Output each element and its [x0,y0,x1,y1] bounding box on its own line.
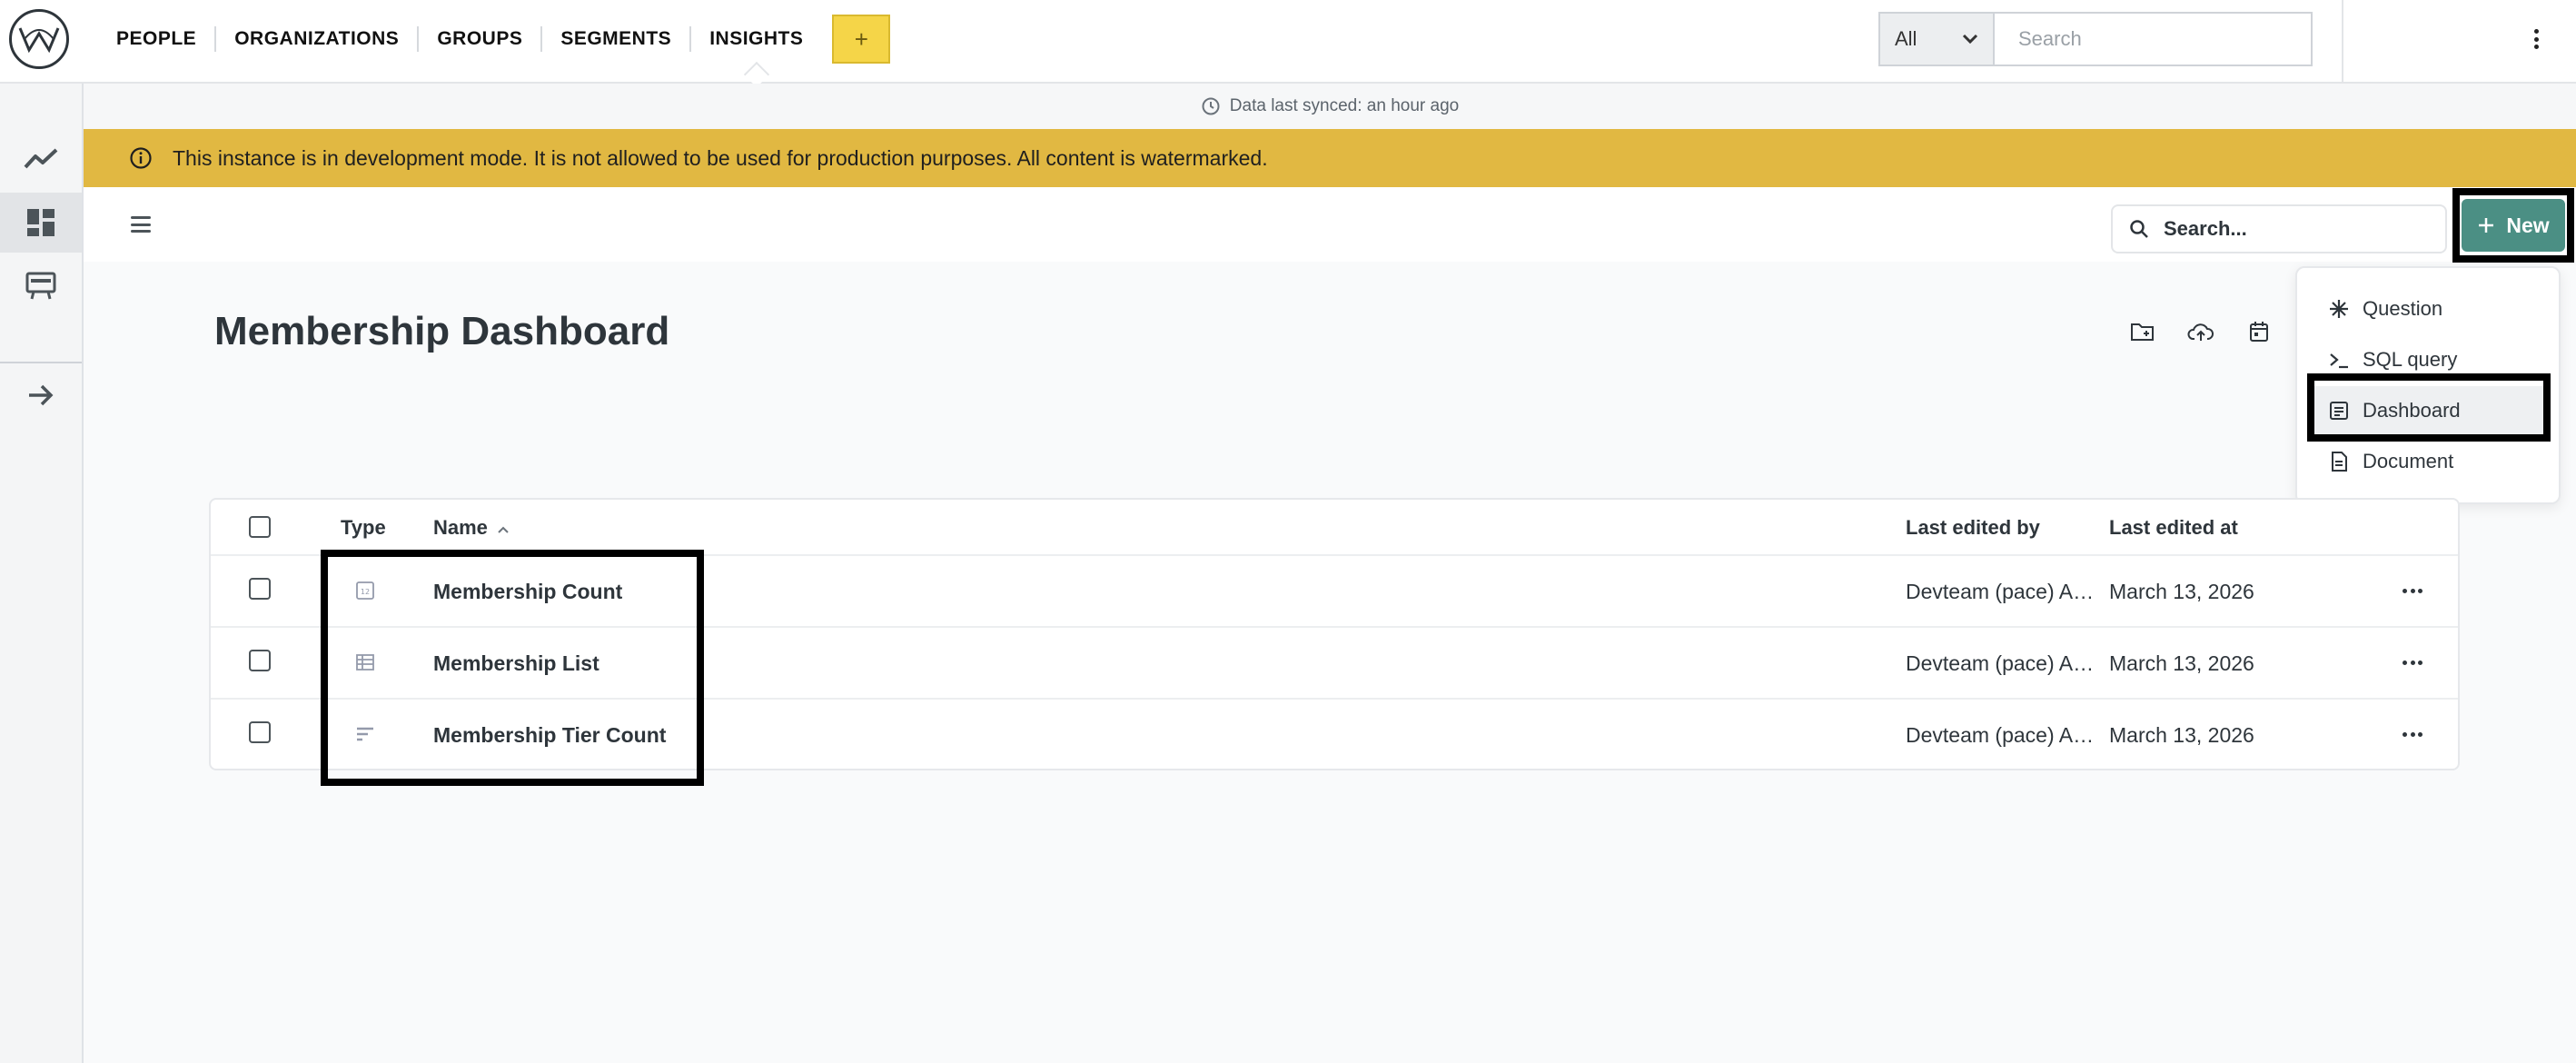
dashboard-actions [2129,318,2273,345]
expand-arrow-icon[interactable] [0,365,82,425]
row-checkbox[interactable] [249,578,271,600]
content-search-field[interactable]: Search... [2111,204,2447,253]
document-icon [2328,452,2350,472]
sync-status-text: Data last synced: an hour ago [1229,96,1460,115]
row-checkbox[interactable] [249,650,271,671]
top-navigation-bar: PEOPLE ORGANIZATIONS GROUPS SEGMENTS INS… [0,0,2576,84]
menu-item-document-label: Document [2363,450,2454,472]
menu-item-question[interactable]: Question [2310,284,2550,333]
bar-list-icon [354,723,376,745]
new-button-label: New [2506,213,2550,237]
items-table: Type Name Last edited by Last edited at … [209,498,2460,770]
nav-insights[interactable]: INSIGHTS [691,26,821,52]
left-rail [0,84,84,1063]
clock-icon [1202,97,1220,115]
nav-segments[interactable]: SEGMENTS [542,26,692,52]
table-row[interactable]: Membership List Devteam (pace) Admin Mar… [211,628,2458,700]
rail-trend-icon[interactable] [0,129,82,189]
new-button[interactable]: New [2462,199,2565,252]
plus-icon [2479,218,2494,233]
global-search-input[interactable] [1993,12,2313,66]
column-header-last-edited-at[interactable]: Last edited at [2109,516,2238,540]
row-name[interactable]: Membership Tier Count [433,723,666,748]
menu-item-sql-query[interactable]: SQL query [2310,335,2550,384]
quick-add-button[interactable]: + [832,15,891,64]
row-last-edited-at: March 13, 2026 [2109,580,2254,603]
calendar-icon[interactable] [2245,318,2273,345]
column-header-type[interactable]: Type [341,516,386,540]
search-scope-select[interactable]: All [1878,12,1993,66]
row-checkbox[interactable] [249,721,271,743]
chevron-down-icon [1960,28,1980,54]
sync-status-bar: Data last synced: an hour ago [84,84,2576,129]
row-last-edited-by: Devteam (pace) Admin [1906,651,2095,675]
row-last-edited-by: Devteam (pace) Admin [1906,723,2095,747]
content-search-placeholder: Search... [2164,217,2247,240]
row-last-edited-at: March 13, 2026 [2109,723,2254,747]
question-asterisk-icon [2328,299,2350,319]
hamburger-menu-icon[interactable] [131,216,151,233]
search-scope-value: All [1895,27,1917,50]
dev-mode-banner: This instance is in development mode. It… [84,129,2576,187]
rail-divider [0,362,82,363]
menu-item-document[interactable]: Document [2310,437,2550,486]
page-title[interactable]: Membership Dashboard [214,309,669,354]
table-row[interactable]: 12 Membership Count Devteam (pace) Admin… [211,556,2458,628]
row-last-edited-at: March 13, 2026 [2109,651,2254,675]
menu-item-question-label: Question [2363,297,2443,320]
row-more-options-icon[interactable] [2403,589,2422,594]
move-to-folder-icon[interactable] [2129,318,2156,345]
menu-item-sql-query-label: SQL query [2363,348,2458,371]
row-last-edited-by: Devteam (pace) Admin [1906,580,2095,603]
menu-item-dashboard[interactable]: Dashboard [2310,386,2550,435]
number-card-icon: 12 [354,580,376,601]
nav-people[interactable]: PEOPLE [98,26,217,52]
table-grid-icon [354,651,376,673]
nav-groups[interactable]: GROUPS [419,26,543,52]
dashboard-icon [2328,401,2350,421]
new-item-menu: Question SQL query Dashboard Document [2295,266,2561,504]
svg-text:12: 12 [361,588,370,596]
column-header-name[interactable]: Name [433,516,510,540]
column-header-last-edited-by[interactable]: Last edited by [1906,516,2040,540]
rail-dashboard-icon[interactable] [0,193,82,253]
sql-terminal-icon [2328,350,2350,370]
row-more-options-icon[interactable] [2403,661,2422,666]
nav-organizations[interactable]: ORGANIZATIONS [216,26,420,52]
sort-ascending-icon [498,526,509,533]
info-icon [130,147,152,169]
select-all-checkbox[interactable] [249,516,271,538]
table-row[interactable]: Membership Tier Count Devteam (pace) Ad m… [211,700,2458,771]
table-header-row: Type Name Last edited by Last edited at [211,500,2458,556]
row-name[interactable]: Membership Count [433,580,622,604]
search-icon [2130,220,2148,238]
row-more-options-icon[interactable] [2403,732,2422,738]
upload-cloud-icon[interactable] [2187,318,2214,345]
app-logo-icon[interactable] [9,9,69,69]
menu-item-dashboard-label: Dashboard [2363,399,2461,422]
dev-mode-banner-text: This instance is in development mode. It… [173,145,1268,170]
column-header-name-label: Name [433,516,488,539]
main-nav: PEOPLE ORGANIZATIONS GROUPS SEGMENTS INS… [98,0,891,78]
more-options-icon[interactable] [2527,24,2545,55]
divider [2342,0,2343,82]
rail-report-icon[interactable] [0,256,82,316]
row-name[interactable]: Membership List [433,651,599,676]
